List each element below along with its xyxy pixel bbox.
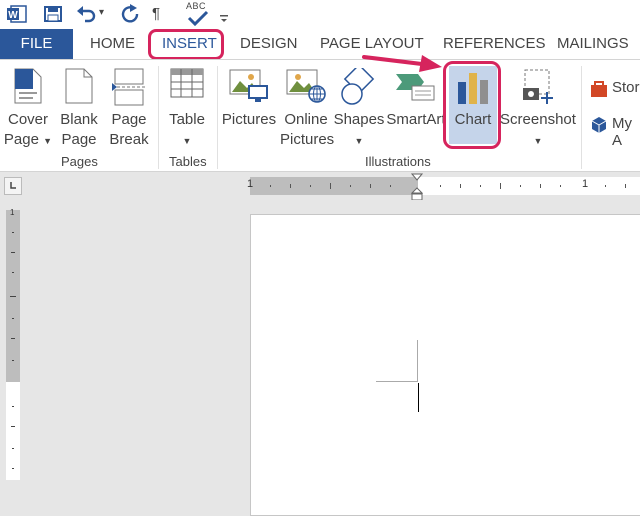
screenshot-icon	[519, 68, 557, 110]
cover-page-label-2: Page ▼	[3, 131, 53, 148]
tab-home[interactable]: HOME	[90, 29, 135, 59]
vertical-ruler-ticks	[10, 232, 16, 469]
insert-tab-highlight	[148, 29, 224, 60]
my-apps-icon	[591, 117, 607, 133]
word-icon[interactable]: W	[7, 5, 27, 23]
document-page[interactable]	[250, 214, 640, 516]
tab-file[interactable]: FILE	[0, 29, 73, 59]
blank-page-label-2: Page	[61, 131, 97, 148]
text-cursor	[418, 383, 419, 412]
online-pictures-label-2: Pictures	[280, 131, 335, 148]
margin-corner-marker-horizontal	[376, 381, 418, 382]
store-label: Stor	[612, 79, 640, 96]
cover-page-label-1: Cover	[7, 111, 48, 128]
chart-button-highlight	[443, 61, 501, 149]
vertical-ruler[interactable]: 1	[6, 208, 20, 480]
quick-access-toolbar: W ▾ ¶ ABC	[0, 0, 640, 29]
page-break-label-2: Break	[109, 131, 149, 148]
ribbon-tabs: FILE HOME INSERT DESIGN PAGE LAYOUT REFE…	[0, 29, 640, 60]
pictures-icon	[229, 68, 269, 110]
tab-mailings[interactable]: MAILINGS	[557, 29, 629, 59]
shapes-caret: ▼	[354, 136, 364, 146]
cover-page-icon	[14, 68, 42, 110]
ruler-number-right: 1	[582, 178, 589, 190]
table-caret: ▼	[182, 136, 192, 146]
store-button[interactable]: Stor	[590, 78, 640, 100]
group-label-illustrations: Illustrations	[365, 154, 431, 169]
redo-icon[interactable]	[121, 4, 139, 24]
page-break-button[interactable]: Page Break	[104, 60, 154, 160]
undo-dropdown-caret[interactable]: ▾	[99, 7, 104, 18]
undo-icon[interactable]	[76, 5, 96, 23]
group-separator	[217, 66, 218, 169]
ruler-row: 1 1	[0, 172, 640, 201]
online-pictures-icon	[286, 68, 326, 110]
table-button[interactable]: Table ▼	[161, 60, 213, 160]
indent-marker-icon[interactable]	[410, 173, 424, 201]
tab-selector-icon[interactable]	[4, 177, 22, 195]
tab-design[interactable]: DESIGN	[240, 29, 298, 59]
group-label-tables: Tables	[169, 154, 207, 169]
tab-references[interactable]: REFERENCES	[443, 29, 546, 59]
page-break-icon	[112, 68, 146, 112]
horizontal-ruler[interactable]: 1 1	[247, 177, 640, 195]
margin-corner-marker-vertical	[417, 340, 418, 382]
table-icon	[170, 68, 204, 104]
ribbon-insert: Cover Page ▼ Blank Page Page Break Pages…	[0, 55, 640, 172]
document-area: 1	[0, 200, 640, 516]
pilcrow-icon[interactable]: ¶	[152, 5, 160, 22]
screenshot-button[interactable]: Screenshot ▼	[500, 60, 576, 160]
spelling-check-icon[interactable]: ABC	[186, 1, 210, 27]
svg-text:W: W	[8, 10, 18, 21]
pointer-arrow-icon	[362, 55, 442, 72]
cover-page-button[interactable]: Cover Page ▼	[2, 60, 54, 160]
page-break-label-1: Page	[111, 111, 147, 128]
blank-page-icon	[65, 68, 93, 110]
my-apps-label: My A	[612, 115, 632, 149]
group-label-pages: Pages	[61, 154, 98, 169]
online-pictures-button[interactable]: Online Pictures	[280, 60, 335, 160]
blank-page-label-1: Blank	[60, 111, 98, 128]
online-pictures-label-1: Online	[284, 111, 328, 128]
group-separator	[158, 66, 159, 169]
smartart-label: SmartArt	[386, 111, 446, 128]
group-separator	[581, 66, 582, 169]
my-apps-button[interactable]: My A	[590, 114, 640, 149]
store-icon	[591, 81, 607, 97]
table-label: Table	[169, 111, 205, 128]
blank-page-button[interactable]: Blank Page	[56, 60, 102, 160]
shapes-label: Shapes	[333, 111, 385, 128]
pictures-button[interactable]: Pictures	[220, 60, 278, 160]
save-icon[interactable]	[44, 6, 62, 22]
customize-qat-icon[interactable]	[220, 10, 228, 22]
screenshot-caret: ▼	[533, 136, 543, 146]
screenshot-label: Screenshot	[500, 111, 576, 128]
pictures-label: Pictures	[221, 111, 277, 128]
